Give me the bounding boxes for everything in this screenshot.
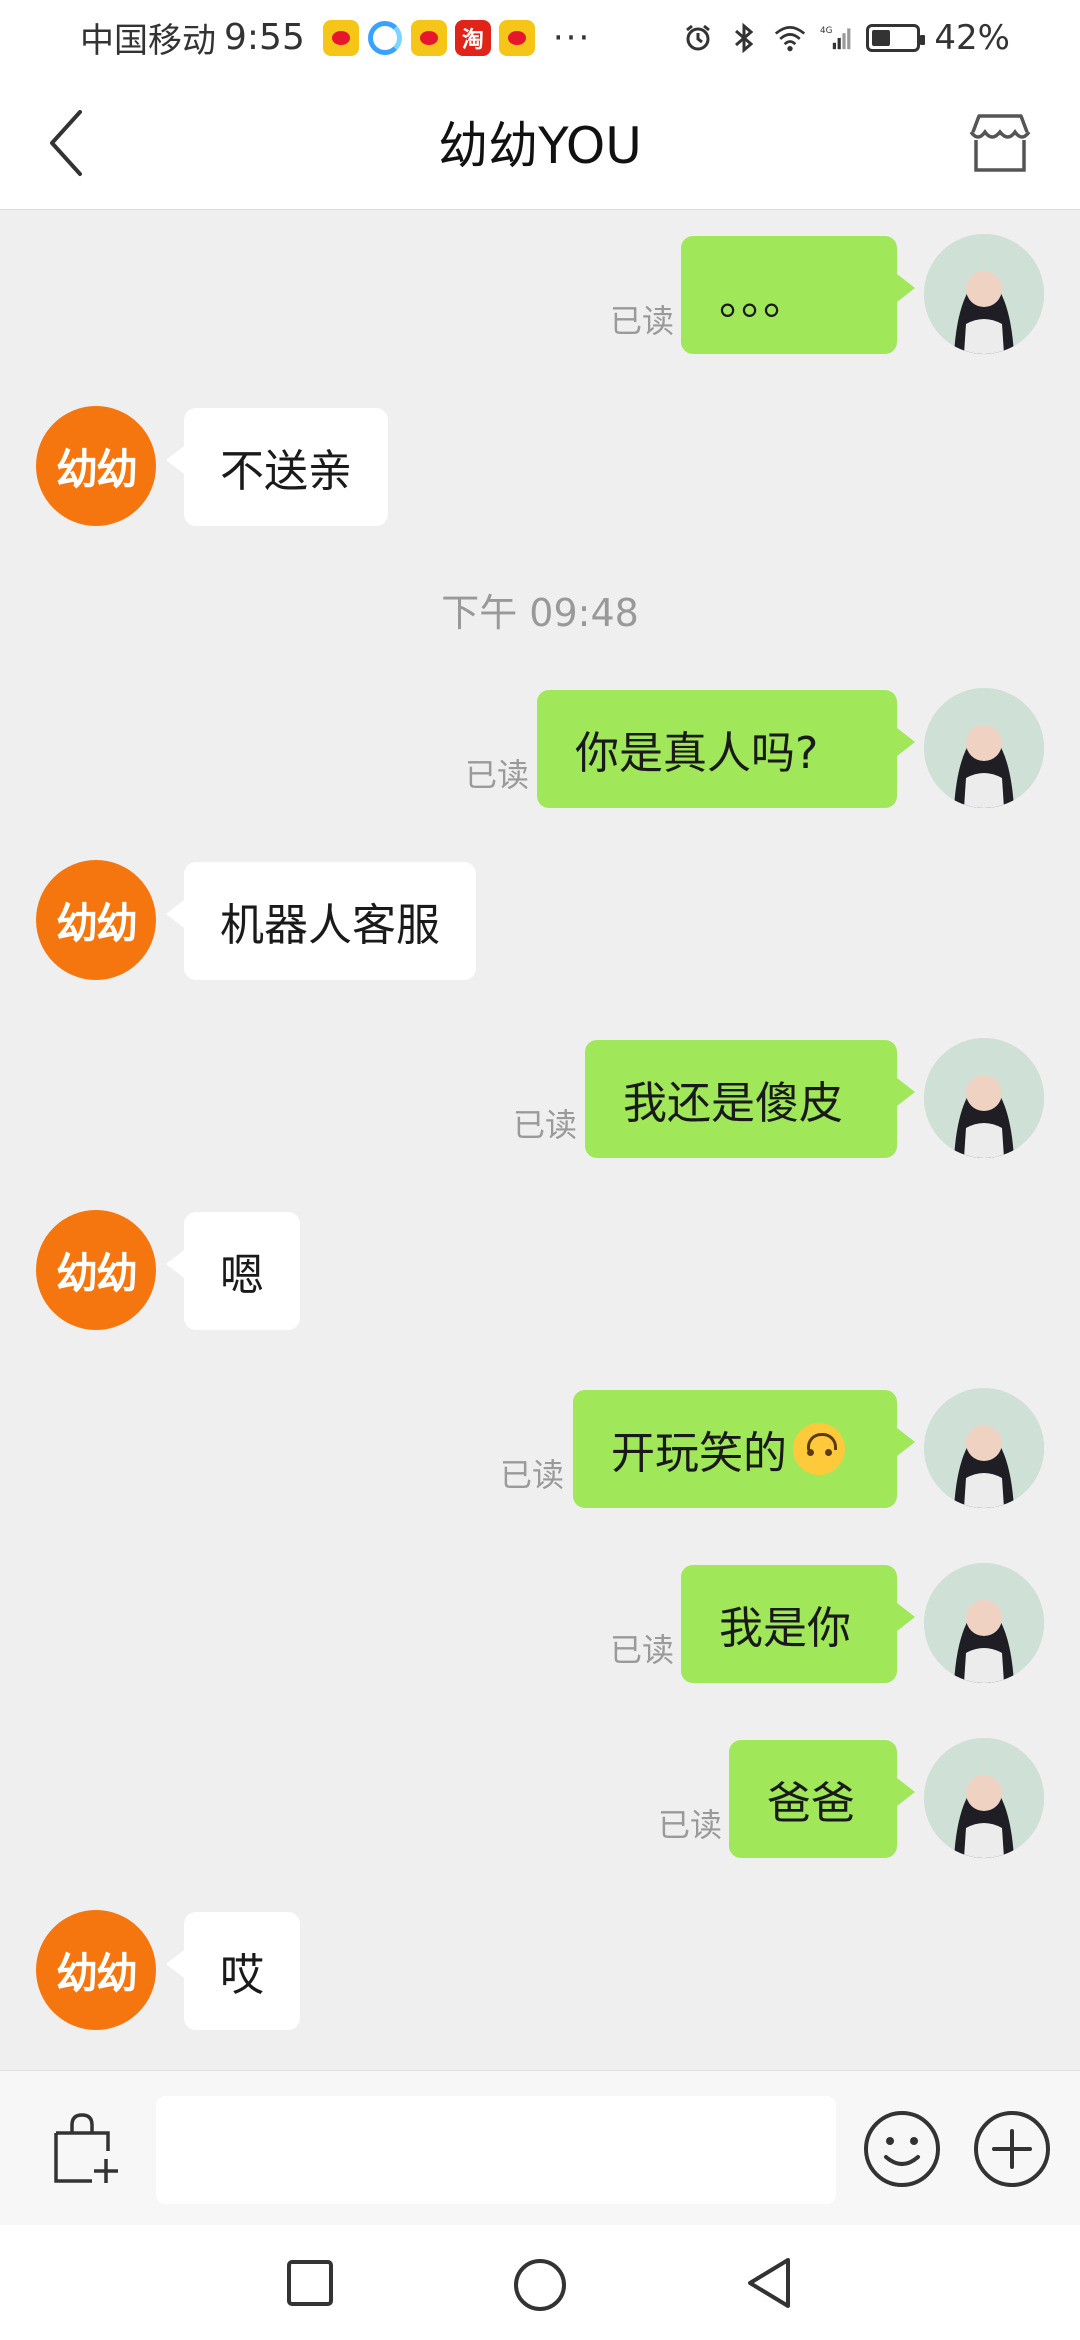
- more-notifications: ···: [552, 17, 592, 58]
- message-row: 幼幼 不送亲: [0, 406, 1080, 528]
- message-text: 开玩笑的: [611, 1428, 787, 1479]
- message-bubble[interactable]: 机器人客服: [166, 862, 476, 980]
- message-text: 你是真人吗?: [575, 728, 819, 779]
- message-bubble[interactable]: 不送亲: [166, 408, 388, 526]
- avatar-photo-icon: [924, 1738, 1044, 1858]
- message-text: 。。。: [719, 274, 807, 325]
- upside-down-face-icon: [793, 1423, 845, 1475]
- weibo-icon: [322, 19, 359, 56]
- bot-avatar[interactable]: 幼幼: [36, 1910, 156, 2030]
- message-row: 已读 你是真人吗?: [0, 688, 1080, 810]
- store-button[interactable]: [960, 103, 1040, 183]
- message-bubble[interactable]: 哎: [166, 1912, 300, 2030]
- timestamp: 下午 09:48: [441, 591, 639, 635]
- chat-header: 幼幼YOU: [0, 75, 1080, 210]
- read-status: 已读: [512, 1106, 577, 1144]
- avatar-photo-icon: [924, 234, 1044, 354]
- message-input[interactable]: [156, 2096, 836, 2204]
- recents-square-icon: [287, 2260, 333, 2306]
- status-right: 4G 42%: [682, 18, 1010, 58]
- home-circle-icon: [514, 2259, 566, 2311]
- alarm-icon: [682, 22, 714, 54]
- read-status: 已读: [464, 756, 529, 794]
- recents-button[interactable]: [286, 2259, 334, 2307]
- qq-browser-icon: [366, 19, 403, 56]
- read-status: 已读: [609, 1631, 674, 1669]
- status-left: 中国移动 9:55 淘 ···: [80, 13, 591, 62]
- message-row: 已读 我是你: [0, 1563, 1080, 1685]
- message-row: 已读 爸爸: [0, 1738, 1080, 1860]
- message-bubble[interactable]: 我还是傻皮: [585, 1040, 915, 1158]
- input-bar: [0, 2070, 1080, 2225]
- message-row: 幼幼 嗯: [0, 1210, 1080, 1332]
- chevron-left-icon: [50, 109, 82, 176]
- message-text: 爸爸: [767, 1778, 855, 1829]
- svg-text:4G: 4G: [820, 26, 833, 36]
- chat-area[interactable]: 已读 。。。 幼幼 不送亲 下午 09:48 已读 你是真人吗? 幼幼 机器人客…: [0, 210, 1080, 2070]
- message-row: 已读 。。。: [0, 234, 1080, 356]
- battery-level: [872, 29, 891, 46]
- avatar-photo-icon: [924, 1388, 1044, 1508]
- bluetooth-icon: [728, 22, 760, 54]
- clock: 9:55: [224, 17, 305, 58]
- carrier-name: 中国移动: [80, 21, 216, 61]
- weibo-icon: [498, 19, 535, 56]
- message-text: 我还是傻皮: [623, 1078, 843, 1129]
- wifi-icon: [774, 22, 806, 54]
- notification-icons: 淘: [322, 19, 535, 56]
- page-title: 幼幼YOU: [438, 117, 642, 175]
- user-avatar[interactable]: [924, 1738, 1044, 1858]
- weibo-icon: [410, 19, 447, 56]
- message-text: 不送亲: [220, 446, 352, 497]
- plus-circle-icon: [974, 2111, 1050, 2187]
- store-icon: [969, 114, 1031, 172]
- battery-icon: [866, 23, 926, 52]
- message-bubble[interactable]: 。。。: [681, 236, 915, 354]
- bot-avatar[interactable]: 幼幼: [36, 406, 156, 526]
- avatar-photo-icon: [924, 688, 1044, 808]
- bot-avatar[interactable]: 幼幼: [36, 1210, 156, 1330]
- smiley-icon: [864, 2111, 940, 2187]
- shopping-bag-add-icon: [54, 2113, 118, 2183]
- read-status: 已读: [657, 1806, 722, 1844]
- avatar-photo-icon: [924, 1038, 1044, 1158]
- avatar-photo-icon: [924, 1563, 1044, 1683]
- shopping-bag-button[interactable]: [48, 2111, 124, 2187]
- home-button[interactable]: [512, 2257, 568, 2313]
- taobao-icon: 淘: [454, 19, 491, 56]
- message-bubble[interactable]: 开玩笑的: [573, 1390, 915, 1508]
- emoji-button[interactable]: [862, 2109, 942, 2189]
- message-row: 幼幼 机器人客服: [0, 860, 1080, 982]
- read-status: 已读: [609, 302, 674, 340]
- message-row: 已读 我还是傻皮: [0, 1038, 1080, 1160]
- user-avatar[interactable]: [924, 1038, 1044, 1158]
- message-bubble[interactable]: 你是真人吗?: [537, 690, 915, 808]
- system-nav-bar: [0, 2225, 1080, 2340]
- user-avatar[interactable]: [924, 234, 1044, 354]
- system-back-button[interactable]: [742, 2255, 798, 2311]
- message-row: 幼幼 哎: [0, 1910, 1080, 2032]
- status-bar: 中国移动 9:55 淘 ··· 4G 42%: [0, 0, 1080, 75]
- message-text: 我是你: [719, 1603, 851, 1654]
- message-text: 哎: [220, 1950, 264, 2001]
- user-avatar[interactable]: [924, 1388, 1044, 1508]
- more-actions-button[interactable]: [972, 2109, 1052, 2189]
- message-row: 已读 开玩笑的: [0, 1388, 1080, 1510]
- message-bubble[interactable]: 爸爸: [729, 1740, 915, 1858]
- message-bubble[interactable]: 嗯: [166, 1212, 300, 1330]
- user-avatar[interactable]: [924, 688, 1044, 808]
- back-triangle-icon: [748, 2258, 790, 2308]
- cellular-signal-icon: 4G: [820, 22, 852, 54]
- message-text: 机器人客服: [220, 900, 440, 951]
- back-button[interactable]: [36, 105, 96, 180]
- read-status: 已读: [499, 1456, 564, 1494]
- user-avatar[interactable]: [924, 1563, 1044, 1683]
- message-bubble[interactable]: 我是你: [681, 1565, 915, 1683]
- bot-avatar[interactable]: 幼幼: [36, 860, 156, 980]
- message-text: 嗯: [220, 1250, 264, 1301]
- battery-percent: 42%: [934, 17, 1010, 58]
